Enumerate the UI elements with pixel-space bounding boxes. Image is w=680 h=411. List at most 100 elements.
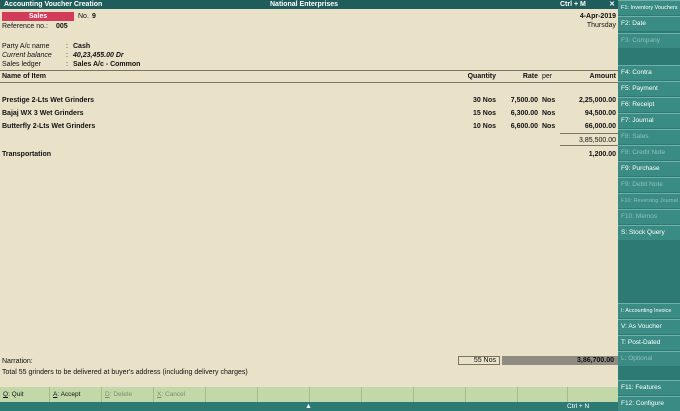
item-quantity[interactable]: 30 Nos [450, 96, 496, 105]
additional-ledger-name[interactable]: Transportation [2, 150, 51, 159]
inventory-vouchers-button[interactable]: F1: Inventory Vouchers [618, 0, 680, 15]
button-label: : Date [628, 20, 646, 27]
title-bar: Accounting Voucher Creation National Ent… [0, 0, 618, 9]
voucher-form: Sales No. 9 Reference no.: 005 4-Apr-201… [0, 9, 618, 387]
sales-ledger-field[interactable]: Sales A/c - Common [73, 60, 140, 69]
total-quantity: 55 Nos [458, 356, 500, 365]
button-label: : Memos [632, 213, 658, 220]
button-key: F10 [621, 213, 633, 220]
button-label: : Optional [624, 355, 653, 362]
column-header-per: per [542, 73, 553, 80]
features-button[interactable]: F11: Features [618, 380, 680, 395]
status-bar: ▲ Ctrl + N [0, 402, 618, 411]
button-key: F4 [621, 69, 629, 76]
voucher-number[interactable]: 9 [92, 12, 96, 21]
item-per[interactable]: Nos [542, 109, 555, 118]
column-header-item: Name of Item [2, 73, 46, 80]
item-name[interactable]: Bajaj WX 3 Wet Grinders [2, 109, 84, 118]
sales-button[interactable]: F8: Sales [618, 129, 680, 144]
cancel-button[interactable]: X: Cancel [154, 387, 206, 402]
item-name[interactable]: Butterfly 2-Lts Wet Grinders [2, 122, 95, 131]
item-rate[interactable]: 7,500.00 [500, 96, 538, 105]
button-label: : Reversing Journal [630, 198, 678, 204]
accept-button[interactable]: A: Accept [50, 387, 102, 402]
item-per[interactable]: Nos [542, 122, 555, 131]
date-button[interactable]: F2: Date [618, 16, 680, 31]
reference-label: Reference no.: [2, 23, 48, 30]
subtotal-amount: 3,85,500.00 [579, 137, 616, 144]
item-quantity[interactable]: 10 Nos [450, 122, 496, 131]
expand-up-icon[interactable]: ▲ [305, 402, 312, 411]
button-label: : As Voucher [625, 323, 662, 330]
empty-button-slot [518, 387, 568, 402]
button-key: F2 [621, 20, 629, 27]
button-label: : Accounting Invoice [622, 308, 672, 314]
empty-button-slot [206, 387, 258, 402]
narration-label: Narration: [2, 358, 33, 365]
right-button-panel: F1: Inventory Vouchers F2: Date F3: Comp… [618, 0, 680, 411]
company-name: National Enterprises [270, 1, 339, 8]
accounting-invoice-button[interactable]: I: Accounting Invoice [618, 303, 680, 318]
button-key: F6 [621, 101, 629, 108]
item-name[interactable]: Prestige 2-Lts Wet Grinders [2, 96, 94, 105]
voucher-mode-shortcut[interactable]: Ctrl + M [560, 0, 586, 9]
empty-button-slot [258, 387, 310, 402]
button-label: : Receipt [628, 101, 655, 108]
button-label: : Post-Dated [624, 339, 661, 346]
payment-button[interactable]: F5: Payment [618, 81, 680, 96]
button-key: F8 [621, 149, 629, 156]
item-amount[interactable]: 2,25,000.00 [560, 96, 616, 105]
memos-button[interactable]: F10: Memos [618, 209, 680, 224]
empty-button-slot [362, 387, 414, 402]
button-label: : Inventory Vouchers [627, 5, 678, 11]
optional-button[interactable]: L: Optional [618, 351, 680, 366]
contra-button[interactable]: F4: Contra [618, 65, 680, 80]
configure-button[interactable]: F12: Configure [618, 396, 680, 411]
item-rate[interactable]: 6,300.00 [500, 109, 538, 118]
company-button[interactable]: F3: Company [618, 33, 680, 48]
button-label: : Sales [628, 133, 649, 140]
current-balance-value: 40,23,455.00 Dr [73, 52, 124, 59]
voucher-date[interactable]: 4-Apr-2019 [560, 12, 616, 21]
button-key: F3 [621, 37, 629, 44]
narration-field[interactable]: Total 55 grinders to be delivered at buy… [2, 368, 248, 377]
column-header-quantity: Quantity [467, 73, 496, 80]
header-bottom-divider [0, 82, 618, 83]
post-dated-button[interactable]: T: Post-Dated [618, 335, 680, 350]
item-amount[interactable]: 66,000.00 [560, 122, 616, 131]
window-title: Accounting Voucher Creation [4, 1, 103, 8]
button-label: : Payment [628, 85, 658, 92]
additional-ledger-amount[interactable]: 1,200.00 [560, 150, 616, 159]
item-per[interactable]: Nos [542, 96, 555, 105]
stock-query-button[interactable]: S: Stock Query [618, 225, 680, 240]
button-label: : Purchase [628, 165, 660, 172]
sales-ledger-label: Sales ledger [2, 61, 41, 68]
party-name-field[interactable]: Cash [73, 42, 90, 51]
credit-note-button[interactable]: F8: Credit Note [618, 145, 680, 160]
item-quantity[interactable]: 15 Nos [450, 109, 496, 118]
more-buttons-shortcut[interactable]: Ctrl + N [567, 402, 589, 411]
quit-label: : Quit [8, 391, 24, 398]
subtotal-divider [560, 133, 618, 134]
balance-colon: : [66, 52, 68, 59]
debit-note-button[interactable]: F9: Debit Note [618, 177, 680, 192]
reference-field[interactable]: 005 [56, 22, 68, 31]
quit-button[interactable]: Q: Quit [0, 387, 50, 402]
item-rate[interactable]: 6,600.00 [500, 122, 538, 131]
as-voucher-button[interactable]: V: As Voucher [618, 319, 680, 334]
reversing-journal-button[interactable]: F10: Reversing Journal [618, 193, 680, 208]
journal-button[interactable]: F7: Journal [618, 113, 680, 128]
subtotal-bottom-divider [560, 145, 618, 146]
button-label: : Contra [628, 69, 652, 76]
voucher-type-badge[interactable]: Sales [2, 12, 74, 21]
empty-button-slot [568, 387, 618, 402]
button-label: : Credit Note [628, 149, 666, 156]
purchase-button[interactable]: F9: Purchase [618, 161, 680, 176]
close-icon[interactable]: ✕ [606, 0, 618, 9]
receipt-button[interactable]: F6: Receipt [618, 97, 680, 112]
item-amount[interactable]: 94,500.00 [560, 109, 616, 118]
button-label: : Company [628, 37, 661, 44]
ledger-colon: : [66, 61, 68, 68]
column-header-amount: Amount [589, 73, 616, 80]
delete-button[interactable]: D: Delete [102, 387, 154, 402]
